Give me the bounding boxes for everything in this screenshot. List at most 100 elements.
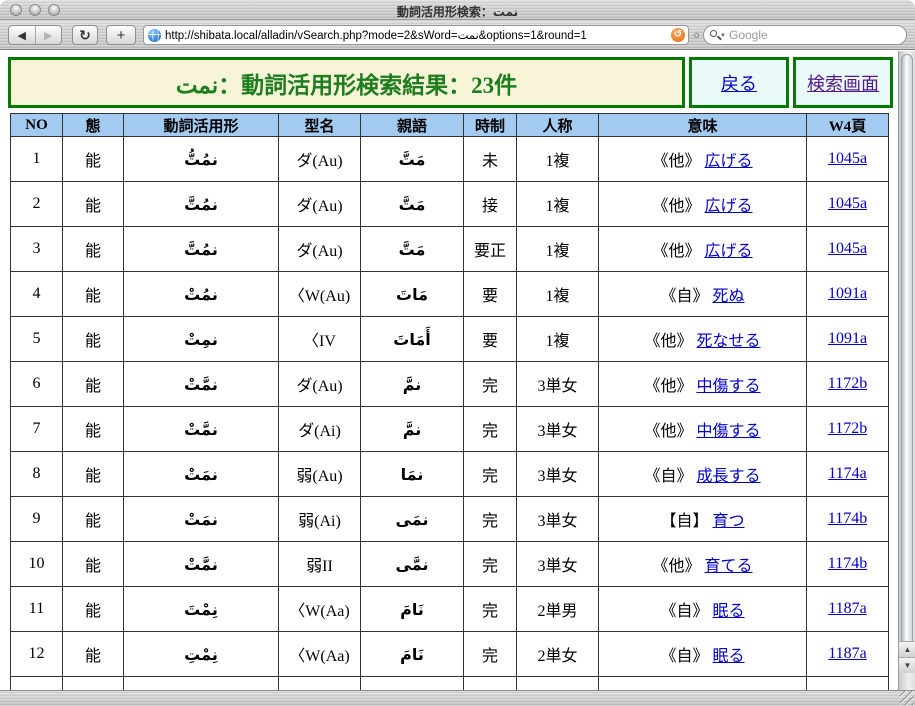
page-link[interactable]: 1187a — [828, 645, 867, 662]
table-row: 3 能 نمُتَّ ダ(Au) مَتَّ 要正 1複 《他》 広げる 104… — [11, 227, 889, 272]
cell-person: 1複 — [517, 272, 599, 317]
meaning-link[interactable]: 広げる — [705, 198, 753, 215]
page-link[interactable]: 1091a — [828, 285, 867, 302]
cell-no: 10 — [11, 542, 63, 587]
cell-meaning: 《自》 死ぬ — [599, 272, 807, 317]
meaning-prefix: 《他》 — [644, 378, 692, 395]
cell-verb-form: نمَتْ — [124, 497, 279, 542]
cell-verb-form: نمَّتْ — [124, 362, 279, 407]
meaning-link[interactable]: 死ぬ — [713, 288, 745, 305]
cell-page: 1174b — [807, 497, 889, 542]
table-row: 7 能 نمَّتْ ダ(Ai) نمَّ 完 3単女 《他》 中傷する 117… — [11, 407, 889, 452]
cell-verb-form: نمِتْ — [124, 317, 279, 362]
meaning-link[interactable]: 広げる — [705, 243, 753, 260]
cell-verb-form: نمُتَّ — [124, 227, 279, 272]
page-content: نمت：動詞活用形検索結果：23件 戻る 検索画面 NO態動詞活用形型名親語時制… — [0, 51, 898, 690]
page-link[interactable]: 1187a — [828, 600, 867, 617]
scroll-down-button[interactable]: ▼ — [899, 657, 915, 673]
cell-person: 1複 — [517, 137, 599, 182]
cell-person: 2単男 — [517, 587, 599, 632]
cell-type: 〈W(Aa) — [279, 632, 361, 677]
cell-page: 1091a — [807, 272, 889, 317]
cell-tense: 接 — [464, 182, 517, 227]
search-screen-link[interactable]: 検索画面 — [807, 70, 879, 96]
meaning-link[interactable]: 眠る — [713, 603, 745, 620]
cell-meaning: 【自】 育つ — [599, 497, 807, 542]
cell-meaning: 《他》 死なせる — [599, 317, 807, 362]
cell-meaning: 《他》 広げる — [599, 227, 807, 272]
scroll-up-icon: ▲ — [904, 645, 912, 654]
vertical-scrollbar[interactable]: ▲ ▼ — [898, 51, 915, 690]
cell-type: 〈W(Au) — [279, 272, 361, 317]
meaning-link[interactable]: 育つ — [713, 513, 745, 530]
back-link[interactable]: 戻る — [721, 70, 757, 96]
column-header: 意味 — [599, 114, 807, 137]
cell-person: 2単女 — [517, 632, 599, 677]
meaning-link[interactable]: 死なせる — [697, 333, 761, 350]
cell-voice: 能 — [63, 182, 124, 227]
page-link[interactable]: 1045a — [828, 195, 867, 212]
page-link[interactable]: 1174b — [828, 510, 867, 527]
cell-parent-word: مَتَّ — [361, 137, 464, 182]
forward-button[interactable]: ▶ — [36, 26, 62, 44]
cell-type: 弱(Ai) — [279, 497, 361, 542]
page-link[interactable]: 1172b — [828, 375, 867, 392]
meaning-link[interactable]: 広げる — [705, 153, 753, 170]
cell-type: ダ(Au) — [279, 137, 361, 182]
back-button[interactable]: ◀ — [9, 26, 36, 44]
meaning-link[interactable]: 成長する — [697, 468, 761, 485]
results-table: NO態動詞活用形型名親語時制人称意味W4頁 1 能 نمُتُّ ダ(Au) م… — [10, 113, 889, 690]
table-row: 10 能 نمَّتْ 弱II نمَّى 完 3単女 《他》 育てる 1174… — [11, 542, 889, 587]
cell-parent-word: نمَى — [361, 497, 464, 542]
column-header: 態 — [63, 114, 124, 137]
cell-page: 1091a — [807, 317, 889, 362]
back-link-box: 戻る — [689, 57, 789, 108]
cell-page: 1187a — [807, 587, 889, 632]
window-resize-grip[interactable] — [900, 691, 914, 705]
cell-meaning: 《他》 広げる — [599, 137, 807, 182]
nav-buttons: ◀ ▶ — [8, 25, 62, 45]
cell-verb-form: نمُتَّ — [124, 182, 279, 227]
cell-voice: 能 — [63, 632, 124, 677]
scroll-up-button[interactable]: ▲ — [899, 641, 915, 657]
cell-meaning: 《自》 成長する — [599, 452, 807, 497]
reload-button[interactable]: ↻ — [72, 25, 98, 45]
scrollbar-thumb[interactable] — [901, 54, 913, 648]
add-bookmark-button[interactable]: + — [106, 25, 136, 45]
cell-page: 1172b — [807, 362, 889, 407]
page-link[interactable]: 1045a — [828, 240, 867, 257]
meaning-link[interactable]: 育てる — [705, 558, 753, 575]
field-resize-dot[interactable] — [694, 33, 699, 38]
page-link[interactable]: 1174b — [828, 555, 867, 572]
cell-type: ダ(Au) — [279, 227, 361, 272]
cell-no: 4 — [11, 272, 63, 317]
cell-voice: 能 — [63, 452, 124, 497]
page-link[interactable]: 1091a — [828, 330, 867, 347]
cell-person: 3単女 — [517, 542, 599, 587]
cell-no: 11 — [11, 587, 63, 632]
meaning-link[interactable]: 中傷する — [697, 423, 761, 440]
column-header: 人称 — [517, 114, 599, 137]
google-search-field[interactable]: ▼ Google — [703, 25, 907, 45]
snapback-icon[interactable]: ↺ — [671, 28, 685, 42]
cell-parent-word: نمَا — [361, 452, 464, 497]
table-row: 6 能 نمَّتْ ダ(Au) نمَّ 完 3単女 《他》 中傷する 117… — [11, 362, 889, 407]
cell-person: 1単 — [517, 677, 599, 691]
cell-verb-form: نمَّتْ — [124, 542, 279, 587]
meaning-link[interactable]: 中傷する — [697, 378, 761, 395]
cell-type: 〈W(Aa) — [279, 677, 361, 691]
cell-type: ダ(Au) — [279, 362, 361, 407]
cell-page: 1187a — [807, 677, 889, 691]
cell-tense: 要 — [464, 317, 517, 362]
page-link[interactable]: 1174a — [828, 465, 867, 482]
cell-person: 3単女 — [517, 497, 599, 542]
page-link[interactable]: 1172b — [828, 420, 867, 437]
page-link[interactable]: 1045a — [828, 150, 867, 167]
cell-meaning: 《自》 眠る — [599, 677, 807, 691]
cell-person: 3単女 — [517, 362, 599, 407]
meaning-link[interactable]: 眠る — [713, 648, 745, 665]
meaning-prefix: 《自》 — [660, 603, 708, 620]
cell-meaning: 《他》 中傷する — [599, 407, 807, 452]
address-bar[interactable]: http://shibata.local/alladin/vSearch.php… — [143, 25, 689, 45]
cell-type: ダ(Ai) — [279, 407, 361, 452]
